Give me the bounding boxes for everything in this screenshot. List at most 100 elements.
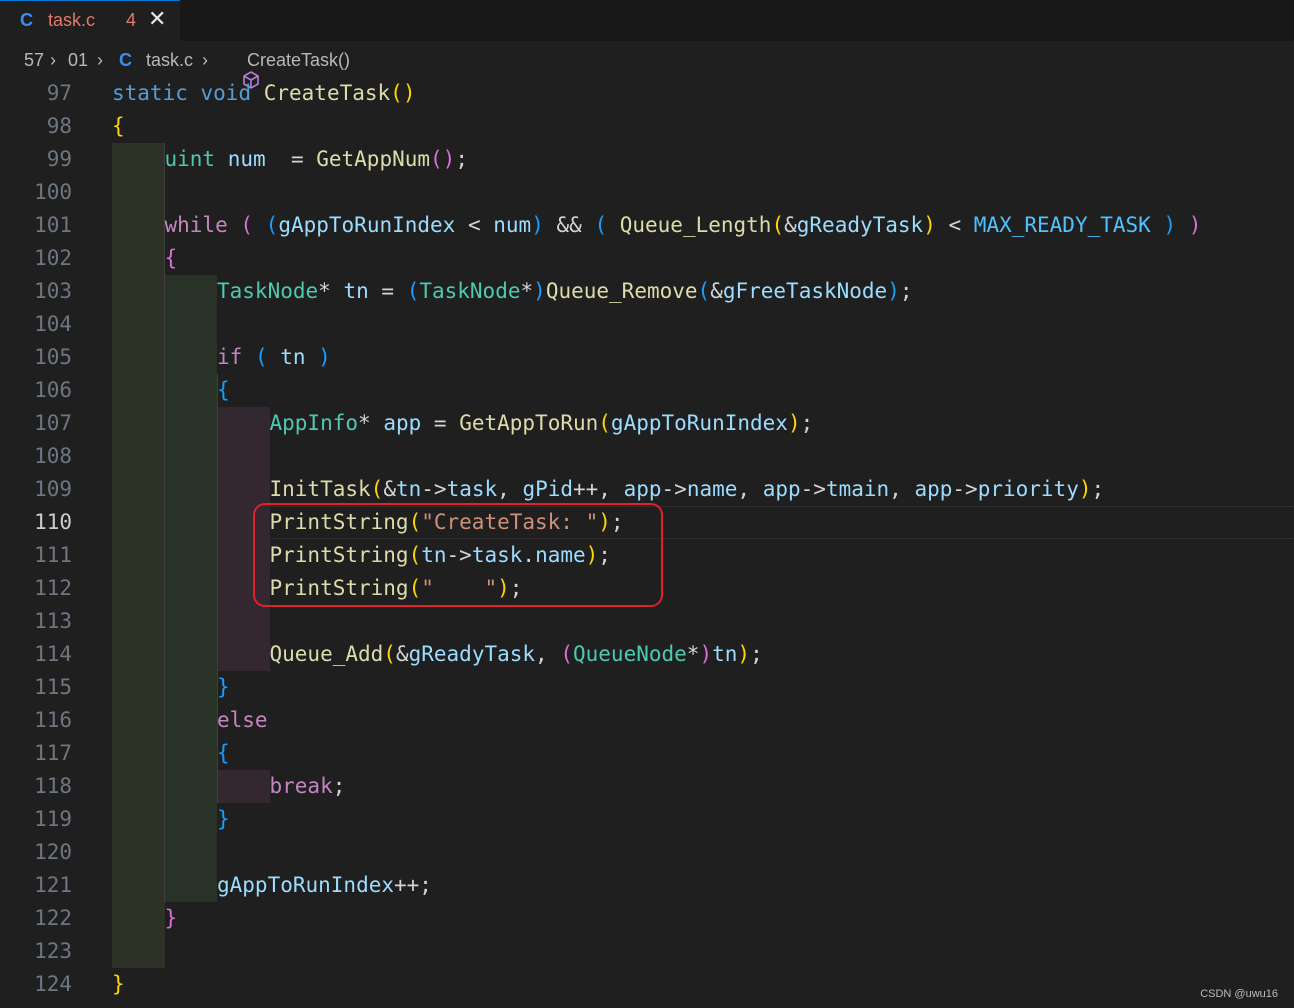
code-token: app <box>762 477 801 501</box>
code-line[interactable]: gAppToRunIndex++; <box>217 869 432 902</box>
code-token: task <box>446 477 498 501</box>
code-token: = <box>368 279 407 303</box>
indent-marker <box>164 440 217 473</box>
line-number: 119 <box>34 807 72 831</box>
breadcrumb-item-01[interactable]: 01 <box>68 50 88 71</box>
indent-marker <box>164 638 217 671</box>
code-editor[interactable]: 97 static void CreateTask() 98{99 uint num … <box>0 77 1294 1008</box>
line-number: 121 <box>34 873 72 897</box>
line-number: 117 <box>34 741 72 765</box>
indent-marker <box>164 374 217 407</box>
code-token: -> <box>661 477 687 501</box>
breadcrumb: 57 › 01 › C task.c › CreateTask() <box>0 44 1294 89</box>
tab-task-c[interactable]: C task.c 4 ✕ <box>0 0 180 41</box>
line-number: 122 <box>34 906 72 930</box>
code-token: gReadyTask <box>408 642 536 666</box>
indent-marker <box>164 770 217 803</box>
code-line[interactable]: { <box>217 737 230 770</box>
indent-marker <box>112 671 165 704</box>
code-line[interactable]: } <box>217 803 230 836</box>
indent-marker <box>112 242 165 275</box>
code-token: ; <box>800 411 814 435</box>
indent-marker <box>164 473 217 506</box>
indent-marker <box>112 440 165 473</box>
code-line[interactable]: Queue_Add(&gReadyTask, (QueueNode*)tn); <box>270 638 763 671</box>
code-token: } <box>112 972 125 996</box>
code-line[interactable]: InitTask(&tn->task, gPid++, app->name, a… <box>270 473 1105 506</box>
indent-marker <box>164 803 217 836</box>
code-token: ; <box>1091 477 1105 501</box>
code-token: ) <box>531 213 544 237</box>
c-language-icon: C <box>119 50 132 70</box>
breadcrumb-item-symbol[interactable]: CreateTask() <box>247 50 350 71</box>
indent-marker <box>164 275 217 308</box>
code-token: name <box>686 477 738 501</box>
line-number: 99 <box>46 147 72 171</box>
code-token: { <box>217 741 230 765</box>
indent-marker <box>112 407 165 440</box>
code-line[interactable]: while ( (gAppToRunIndex < num) && ( Queu… <box>165 209 1202 242</box>
code-token: gAppToRunIndex <box>610 411 788 435</box>
line-number: 109 <box>34 477 72 501</box>
code-token: ( <box>265 213 279 237</box>
breadcrumb-item-file[interactable]: task.c <box>146 50 193 71</box>
code-token: ) <box>923 213 936 237</box>
code-token: , <box>737 477 763 501</box>
code-token: () <box>390 81 416 105</box>
code-token: ; <box>750 642 763 666</box>
code-token: ( <box>370 477 384 501</box>
code-token: ) <box>1150 213 1177 237</box>
code-line[interactable]: } <box>165 902 178 935</box>
code-line[interactable]: } <box>112 968 125 1001</box>
code-line[interactable]: { <box>165 242 178 275</box>
code-line[interactable]: static void CreateTask() <box>112 77 415 110</box>
code-line[interactable]: else <box>217 704 268 737</box>
indent-marker <box>217 407 270 440</box>
code-line[interactable]: if ( tn ) <box>217 341 331 374</box>
line-number: 114 <box>34 642 72 666</box>
code-line[interactable]: { <box>217 374 230 407</box>
line-number: 124 <box>34 972 72 996</box>
code-line[interactable]: TaskNode* tn = (TaskNode*)Queue_Remove(&… <box>217 275 913 308</box>
code-token: ; <box>455 147 468 171</box>
code-token: -> <box>952 477 978 501</box>
breadcrumb-item-57[interactable]: 57 <box>24 50 44 71</box>
code-token: else <box>217 708 268 732</box>
code-token: { <box>112 114 125 138</box>
code-token: & <box>710 279 723 303</box>
indent-marker <box>112 341 165 374</box>
line-number: 103 <box>34 279 72 303</box>
code-line[interactable]: } <box>217 671 230 704</box>
line-number: 108 <box>34 444 72 468</box>
line-number: 115 <box>34 675 72 699</box>
code-line[interactable]: uint num = GetAppNum(); <box>165 143 468 176</box>
code-token: * <box>520 279 534 303</box>
line-number: 105 <box>34 345 72 369</box>
line-number: 98 <box>46 114 72 138</box>
indent-marker <box>164 539 217 572</box>
indent-marker <box>112 308 165 341</box>
code-line[interactable]: AppInfo* app = GetAppToRun(gAppToRunInde… <box>270 407 814 440</box>
code-token: gReadyTask <box>796 213 924 237</box>
code-token: num <box>227 147 266 171</box>
code-token: Queue_Add <box>269 642 384 666</box>
line-number: 120 <box>34 840 72 864</box>
code-token: Queue_Length <box>619 213 772 237</box>
tab-file-name: task.c <box>48 10 96 30</box>
watermark: CSDN @uwu16 <box>1200 988 1278 1000</box>
code-token: , <box>497 477 523 501</box>
indent-marker <box>164 704 217 737</box>
indent-marker <box>164 341 217 374</box>
indent-marker <box>164 836 217 869</box>
indent-marker <box>112 737 165 770</box>
code-token: priority <box>977 477 1079 501</box>
code-line[interactable]: break; <box>270 770 346 803</box>
indent-marker <box>164 407 217 440</box>
indent-marker <box>112 275 165 308</box>
code-token: gFreeTaskNode <box>722 279 888 303</box>
close-icon[interactable]: ✕ <box>148 6 166 32</box>
code-line[interactable]: { <box>112 110 125 143</box>
code-token: tn <box>712 642 738 666</box>
code-token: & <box>784 213 797 237</box>
code-token: * <box>686 642 700 666</box>
